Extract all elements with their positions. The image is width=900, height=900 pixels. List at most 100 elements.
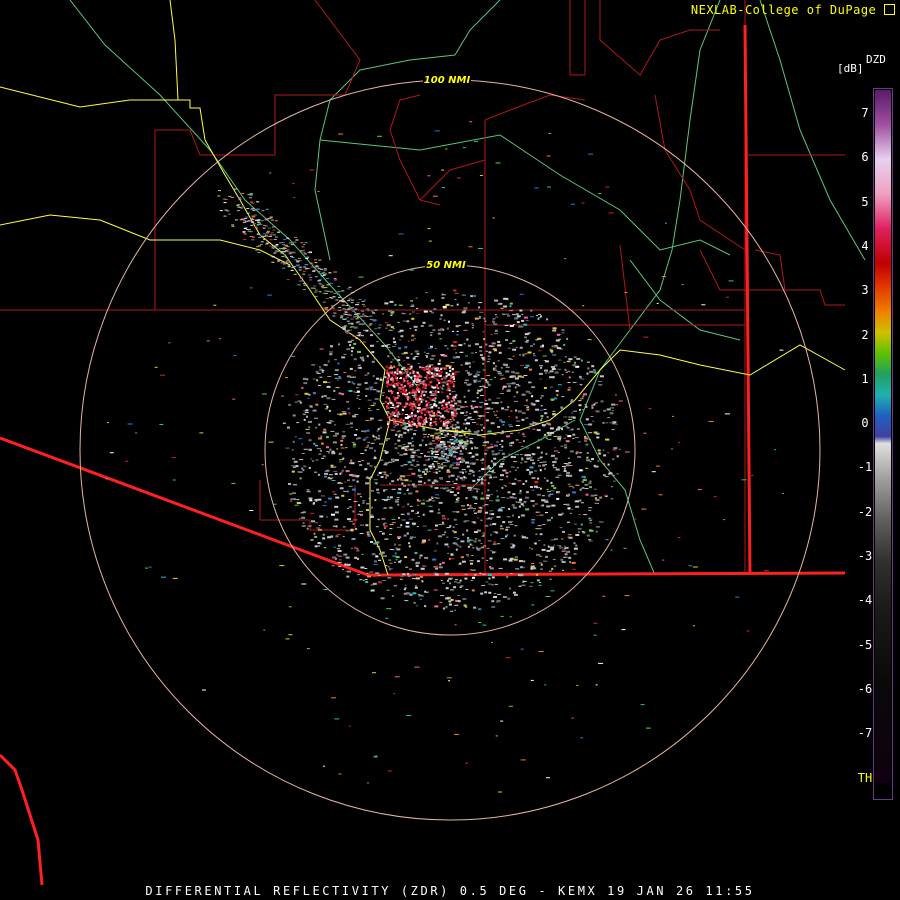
echo-pixel: [391, 488, 396, 490]
echo-pixel: [434, 451, 437, 453]
echo-pixel: [361, 310, 365, 312]
echo-pixel: [320, 442, 324, 445]
echo-pixel: [464, 573, 468, 575]
echo-pixel: [299, 459, 304, 461]
echo-pixel: [651, 471, 656, 473]
echo-pixel: [356, 547, 359, 550]
echo-pixel: [389, 528, 393, 530]
echo-pixel: [424, 454, 426, 457]
echo-pixel: [438, 437, 442, 440]
echo-pixel: [447, 518, 450, 520]
echo-pixel: [378, 471, 382, 474]
echo-pixel: [536, 446, 540, 449]
echo-pixel: [413, 356, 416, 358]
echo-pixel: [414, 552, 418, 554]
echo-pixel: [564, 368, 567, 371]
echo-pixel: [367, 782, 369, 784]
echo-pixel: [509, 543, 514, 545]
echo-pixel: [341, 300, 345, 302]
echo-pixel: [495, 735, 498, 737]
echo-pixel: [458, 402, 462, 404]
echo-pixel: [437, 362, 441, 365]
echo-pixel: [313, 442, 316, 445]
echo-pixel: [410, 305, 415, 307]
echo-pixel: [424, 376, 428, 378]
echo-pixel: [431, 496, 433, 498]
echo-pixel: [445, 587, 449, 590]
echo-pixel: [480, 497, 485, 500]
echo-pixel: [438, 535, 442, 538]
echo-pixel: [293, 241, 297, 243]
echo-pixel: [383, 507, 387, 509]
echo-pixel: [451, 411, 454, 414]
echo-pixel: [392, 555, 397, 557]
echo-pixel: [595, 526, 600, 528]
echo-pixel: [476, 548, 478, 550]
echo-pixel: [493, 323, 498, 326]
echo-pixel: [284, 377, 288, 378]
echo-pixel: [402, 444, 406, 445]
echo-pixel: [262, 227, 266, 229]
echo-pixel: [406, 398, 409, 401]
echo-pixel: [318, 280, 321, 282]
echo-pixel: [589, 480, 592, 482]
echo-pixel: [455, 451, 458, 453]
echo-pixel: [473, 510, 475, 512]
echo-pixel: [232, 398, 236, 400]
echo-pixel: [127, 423, 133, 425]
echo-pixel: [431, 299, 435, 302]
echo-pixel: [569, 465, 573, 466]
echo-pixel: [459, 562, 462, 564]
echo-pixel: [571, 717, 574, 719]
echo-pixel: [288, 483, 291, 485]
echo-pixel: [538, 582, 541, 583]
echo-pixel: [532, 567, 537, 570]
echo-pixel: [389, 352, 394, 354]
echo-pixel: [408, 468, 413, 470]
echo-pixel: [425, 384, 428, 387]
echo-pixel: [481, 492, 484, 495]
echo-pixel: [481, 357, 485, 359]
echo-pixel: [213, 304, 217, 306]
echo-pixel: [457, 595, 460, 596]
echo-pixel: [480, 543, 483, 545]
echo-pixel: [410, 464, 414, 466]
echo-pixel: [442, 328, 445, 331]
echo-pixel: [338, 133, 343, 135]
echo-pixel: [507, 389, 511, 391]
echo-pixel: [448, 445, 451, 447]
echo-pixel: [335, 387, 340, 389]
echo-pixel: [250, 201, 254, 203]
echo-pixel: [379, 442, 384, 445]
echo-pixel: [532, 504, 535, 507]
echo-pixel: [340, 447, 345, 449]
echo-pixel: [302, 413, 306, 415]
echo-pixel: [648, 408, 652, 410]
echo-pixel: [256, 221, 260, 223]
echo-pixel: [429, 414, 432, 416]
echo-pixel: [442, 424, 445, 427]
echo-pixel: [371, 360, 375, 363]
echo-pixel: [396, 526, 401, 528]
echo-pixel: [346, 288, 350, 290]
echo-pixel: [401, 506, 405, 508]
echo-pixel: [435, 567, 439, 570]
echo-pixel: [391, 595, 394, 597]
echo-pixel: [567, 388, 571, 391]
echo-pixel: [348, 485, 353, 487]
echo-pixel: [310, 263, 314, 265]
echo-pixel: [599, 521, 604, 523]
echo-pixel: [389, 472, 392, 474]
external-link-icon[interactable]: [884, 4, 895, 15]
echo-pixel: [255, 227, 259, 229]
echo-pixel: [325, 436, 329, 439]
echo-pixel: [365, 436, 369, 438]
echo-pixel: [318, 437, 323, 440]
echo-pixel: [449, 393, 452, 396]
echo-pixel: [586, 534, 590, 537]
echo-pixel: [523, 440, 525, 443]
echo-pixel: [302, 469, 305, 472]
echo-pixel: [453, 348, 457, 350]
echo-pixel: [532, 453, 535, 456]
echo-pixel: [461, 469, 466, 471]
